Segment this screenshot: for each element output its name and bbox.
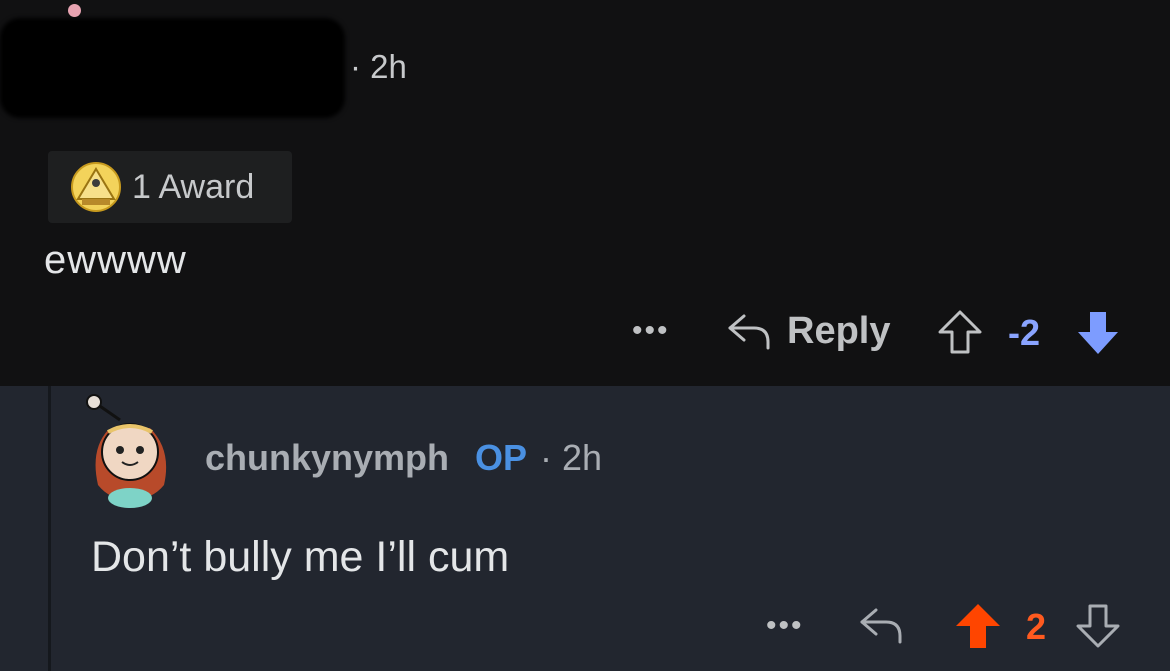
comment-body: ewwww (44, 238, 187, 282)
downvote-icon[interactable] (1074, 308, 1122, 358)
reply-icon[interactable] (858, 604, 904, 646)
comment-1-actions: ••• Reply -2 (0, 300, 1170, 364)
username[interactable]: chunkynymph (205, 437, 449, 479)
op-badge: OP (475, 437, 528, 478)
more-options-button[interactable]: ••• (632, 314, 670, 348)
downvote-icon[interactable] (1074, 602, 1122, 650)
upvote-icon[interactable] (936, 308, 984, 356)
award-label: 1 Award (132, 167, 255, 206)
avatar[interactable] (68, 4, 81, 17)
more-options-button[interactable]: ••• (766, 609, 804, 643)
award-badge[interactable]: 1 Award (48, 151, 292, 223)
thread-line[interactable] (48, 386, 51, 671)
reply-button[interactable]: Reply (787, 310, 890, 353)
comment-body: Don’t bully me I’ll cum (91, 533, 510, 581)
award-icon (71, 162, 121, 212)
upvote-icon[interactable] (954, 602, 1002, 650)
vote-score: 2 (1026, 606, 1047, 647)
redacted-username (0, 18, 345, 118)
avatar[interactable] (80, 390, 180, 510)
comment-timestamp: · 2h (350, 48, 407, 85)
comment-timestamp: · 2h (540, 437, 603, 478)
reply-icon[interactable] (726, 310, 772, 352)
vote-score: -2 (1008, 312, 1041, 353)
